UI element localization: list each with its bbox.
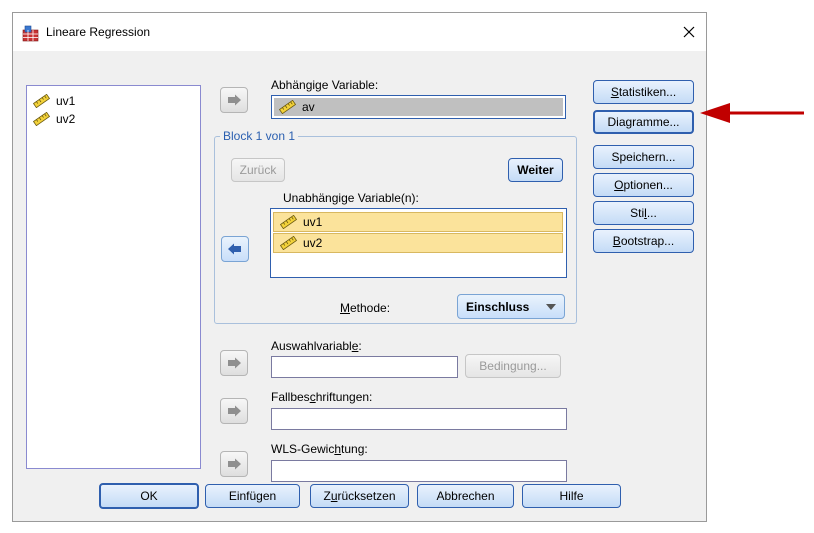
dependent-variable-entry[interactable]: av [274, 98, 563, 116]
reset-button[interactable]: Zurücksetzen [310, 484, 409, 508]
source-variable-list[interactable]: uv1 uv2 [26, 85, 201, 469]
selection-variable-label: Auswahlvariable: [271, 339, 362, 353]
save-button[interactable]: Speichern... [593, 145, 694, 169]
move-to-wls-weight-button[interactable] [220, 451, 248, 477]
spss-app-icon [22, 25, 39, 42]
bootstrap-button[interactable]: Bootstrap... [593, 229, 694, 253]
style-button[interactable]: Stil... [593, 201, 694, 225]
arrow-left-icon [228, 243, 241, 255]
title-bar: Lineare Regression [13, 13, 706, 51]
dependent-variable-field[interactable]: av [271, 95, 566, 119]
case-labels-field[interactable] [271, 408, 567, 430]
list-item[interactable]: uv1 [33, 92, 75, 110]
list-item-label: uv1 [56, 94, 76, 108]
ruler-icon [280, 215, 297, 229]
method-label: Methode: [340, 301, 391, 315]
independent-variables-label: Unabhängige Variable(n): [283, 191, 419, 205]
case-labels-label: Fallbeschriftungen: [271, 390, 373, 404]
dialog-title: Lineare Regression [46, 25, 151, 39]
close-button[interactable] [675, 19, 703, 45]
list-item-label: uv1 [303, 215, 323, 229]
ok-button[interactable]: OK [99, 483, 199, 509]
list-item[interactable]: uv1 [273, 212, 563, 232]
options-button[interactable]: Optionen... [593, 173, 694, 197]
condition-button[interactable]: Bedingung... [465, 354, 561, 378]
method-value: Einschluss [466, 299, 530, 314]
linear-regression-dialog: Lineare Regression uv1 uv2 Abhängige Var… [12, 12, 707, 522]
cancel-button[interactable]: Abbrechen [417, 484, 514, 508]
annotation-arrow-icon [700, 103, 804, 123]
paste-button[interactable]: Einfügen [205, 484, 300, 508]
wls-weight-field[interactable] [271, 460, 567, 482]
selection-variable-field[interactable] [271, 356, 458, 378]
move-from-independent-button[interactable] [221, 236, 249, 262]
move-to-dependent-button[interactable] [220, 87, 248, 113]
list-item-label: uv2 [56, 112, 76, 126]
block-title: Block 1 von 1 [220, 129, 299, 143]
previous-block-button[interactable]: Zurück [231, 158, 285, 182]
method-dropdown[interactable]: Einschluss [457, 294, 565, 319]
move-to-case-labels-button[interactable] [220, 398, 248, 424]
plots-button[interactable]: Diagramme... [593, 110, 694, 134]
list-item[interactable]: uv2 [273, 233, 563, 253]
chevron-down-icon [546, 303, 556, 310]
move-to-selection-variable-button[interactable] [220, 350, 248, 376]
arrow-right-icon [228, 94, 241, 106]
dependent-variable-label: Abhängige Variable: [271, 78, 379, 92]
dependent-variable-value: av [302, 100, 315, 114]
list-item[interactable]: uv2 [33, 110, 75, 128]
ruler-icon [33, 94, 50, 108]
ruler-icon [279, 100, 296, 114]
help-button[interactable]: Hilfe [522, 484, 621, 508]
arrow-right-icon [228, 458, 241, 470]
ruler-icon [280, 236, 297, 250]
next-block-button[interactable]: Weiter [508, 158, 563, 182]
independent-variables-list[interactable]: uv1 uv2 [270, 208, 567, 278]
wls-weight-label: WLS-Gewichtung: [271, 442, 368, 456]
list-item-label: uv2 [303, 236, 323, 250]
dialog-client-area: uv1 uv2 Abhängige Variable: av Block 1 v… [13, 51, 706, 521]
ruler-icon [33, 112, 50, 126]
statistics-button[interactable]: Statistiken... [593, 80, 694, 104]
close-icon [683, 26, 695, 38]
arrow-right-icon [228, 405, 241, 417]
arrow-right-icon [228, 357, 241, 369]
